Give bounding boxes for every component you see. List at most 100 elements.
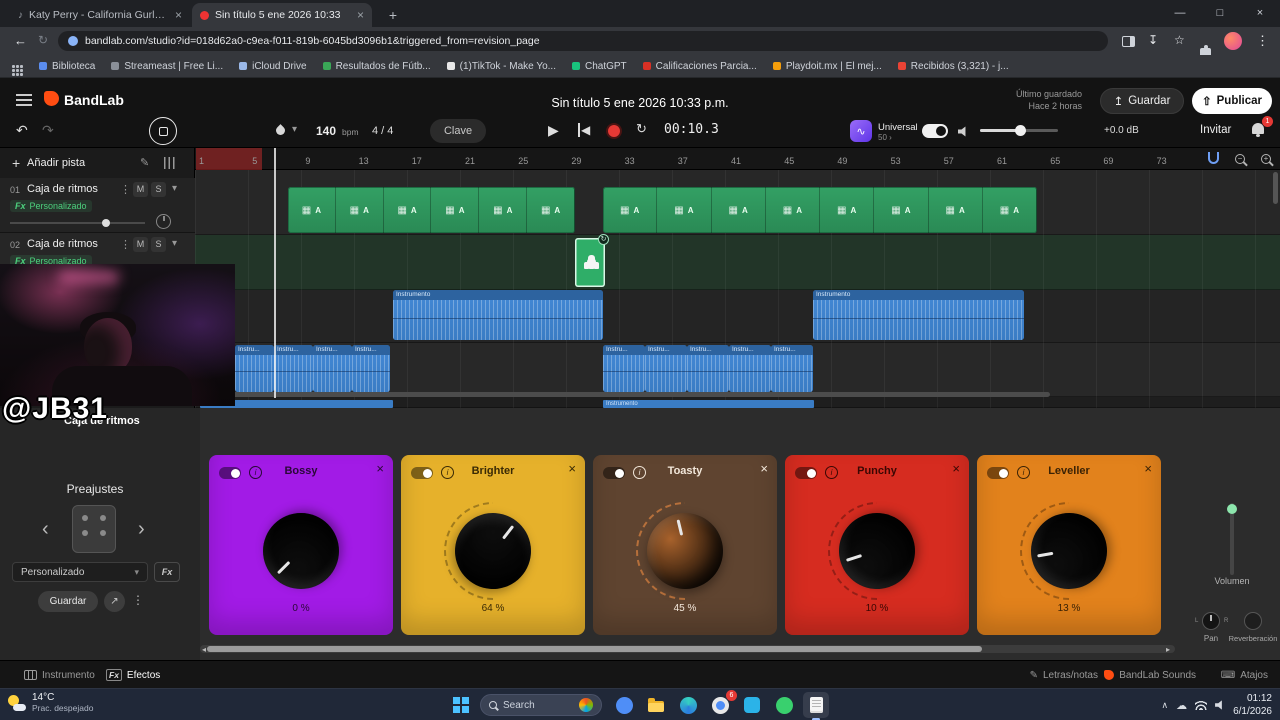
track-name[interactable]: Caja de ritmos [27, 238, 98, 250]
bookmark-item[interactable]: (1)TikTok - Make Yo... [446, 61, 556, 72]
edge-taskbar-button[interactable] [675, 692, 701, 718]
instrument-clip[interactable]: Instru... [274, 345, 313, 392]
bookmark-item[interactable]: iCloud Drive [239, 61, 307, 72]
loop-button[interactable]: ↻ [636, 121, 647, 137]
bookmark-item[interactable]: ChatGPT [571, 61, 627, 72]
pattern-segment[interactable]: ▦ A [336, 187, 384, 233]
vertical-scrollbar[interactable] [1273, 172, 1278, 204]
track-lane-3[interactable] [195, 290, 1280, 343]
notepad-taskbar-button[interactable] [803, 692, 829, 720]
preset-thumbnail[interactable] [72, 505, 116, 553]
save-button[interactable]: ↥ Guardar [1100, 88, 1184, 114]
reverb-knob[interactable] [1244, 612, 1262, 630]
clock[interactable]: 01:12 6/1/2026 [1233, 692, 1272, 718]
drum-pattern-clip[interactable]: ▦ A ▦ A ▦ A ▦ A ▦ A ▦ A ▦ A ▦ A [603, 187, 1037, 233]
preset-select[interactable]: Personalizado ▾ [12, 562, 148, 582]
master-preset-name[interactable]: Universal [878, 122, 918, 133]
scroll-left-icon[interactable]: ◂ [202, 645, 206, 654]
stop-button[interactable] [149, 117, 177, 145]
drum-pattern-clip[interactable]: ▦ A ▦ A ▦ A ▦ A ▦ A ▦ A [288, 187, 575, 233]
maximize-button[interactable]: □ [1200, 0, 1240, 27]
pattern-segment[interactable]: ▦ A [479, 187, 528, 233]
start-button[interactable] [448, 692, 474, 718]
metronome-chevron-icon[interactable]: ▾ [292, 124, 297, 135]
record-button[interactable] [608, 125, 620, 137]
track-fx-chip[interactable]: Fx Personalizado [10, 200, 92, 212]
track-header-1[interactable]: 01 Caja de ritmos ⋮ M S ▾ Fx Personalizad… [0, 178, 195, 233]
track-menu-icon[interactable]: ⋮ [120, 183, 131, 196]
bookmark-item[interactable]: Playdoit.mx | El mej... [772, 61, 882, 72]
reload-button[interactable]: ↻ [38, 33, 48, 47]
pattern-segment[interactable]: ▦ A [983, 187, 1037, 233]
bookmark-item[interactable]: Recibidos (3,321) - j... [897, 61, 1009, 72]
bookmark-item[interactable]: Resultados de Fútb... [322, 61, 431, 72]
pattern-segment[interactable]: ▦ A [431, 187, 480, 233]
close-icon[interactable]: × [952, 461, 960, 476]
bookmark-star-icon[interactable]: ☆ [1174, 33, 1185, 47]
instrument-clip[interactable]: Instrumento [393, 290, 603, 340]
bookmark-item[interactable]: Calificaciones Parcia... [642, 61, 757, 72]
install-icon[interactable]: ↧ [1148, 33, 1158, 47]
zoom-out-icon[interactable]: − [1235, 154, 1245, 164]
play-button[interactable]: ▶ [548, 122, 559, 139]
back-button[interactable]: ← [14, 33, 27, 48]
preset-save-button[interactable]: Guardar [38, 591, 98, 612]
preset-next-icon[interactable]: › [138, 518, 145, 541]
tab-close-icon[interactable]: × [357, 8, 364, 22]
bpm-value[interactable]: 140 [316, 124, 336, 138]
redo-icon[interactable]: ↷ [42, 122, 54, 139]
instrument-clip[interactable]: Instru... [313, 345, 352, 392]
instrument-clip[interactable]: Instru... [687, 345, 729, 392]
key-button[interactable]: Clave [430, 119, 486, 143]
site-info-icon[interactable] [68, 36, 78, 46]
master-channel-icon[interactable]: ∿ [850, 120, 872, 142]
apps-grid-icon[interactable] [12, 64, 15, 68]
instrument-clip[interactable]: Instru... [645, 345, 687, 392]
whatsapp-taskbar-button[interactable] [771, 692, 797, 718]
solo-button[interactable]: S [151, 237, 166, 252]
effects-scrollbar-thumb[interactable] [207, 646, 982, 652]
volume-icon[interactable] [1215, 700, 1222, 710]
wifi-icon[interactable] [1195, 700, 1208, 710]
pattern-segment[interactable]: ▦ A [820, 187, 875, 233]
copilot-taskbar-button[interactable] [611, 692, 637, 718]
minimize-button[interactable]: — [1160, 0, 1200, 27]
arrangement-canvas[interactable]: ▦ A ▦ A ▦ A ▦ A ▦ A ▦ A ▦ A ▦ A ▦ A ▦ A ▦ A ▦ A ▦ A ▦ A ↻ Instrumento… [195, 170, 1280, 408]
browser-menu-icon[interactable]: ⋮ [1256, 33, 1269, 49]
pattern-segment[interactable]: ▦ A [712, 187, 766, 233]
invite-button[interactable]: Invitar [1200, 124, 1231, 136]
hidden-icons-chevron[interactable]: ∧ [1161, 700, 1168, 711]
search-box[interactable]: Search [480, 694, 602, 716]
file-explorer-taskbar-button[interactable] [643, 692, 669, 718]
pattern-segment[interactable]: ▦ A [874, 187, 929, 233]
slider-handle[interactable] [1015, 125, 1026, 136]
instrument-clip[interactable]: Instrumento [813, 290, 1024, 340]
pattern-segment[interactable]: ▦ A [527, 187, 575, 233]
effect-knob[interactable] [247, 497, 355, 605]
pattern-segment[interactable]: ▦ A [929, 187, 983, 233]
onedrive-cloud-icon[interactable]: ☁ [1176, 699, 1187, 712]
slider-handle[interactable] [102, 219, 110, 227]
tab-close-icon[interactable]: × [175, 8, 182, 22]
mixer-icon[interactable] [164, 157, 176, 169]
track-pan-knob[interactable] [156, 214, 171, 229]
close-icon[interactable]: × [1144, 461, 1152, 476]
bookmark-item[interactable]: Streameast | Free Li... [111, 61, 223, 72]
track-volume-slider[interactable] [10, 219, 145, 227]
instrument-clip[interactable]: Instru... [729, 345, 771, 392]
horizontal-scrollbar[interactable] [200, 392, 1050, 397]
solo-button[interactable]: S [151, 182, 166, 197]
new-tab-button[interactable]: + [382, 4, 404, 26]
instrument-clip-partial[interactable]: Instrumento [603, 400, 814, 408]
instrument-clip[interactable]: Instru... [235, 345, 274, 392]
close-icon[interactable]: × [376, 461, 384, 476]
mute-button[interactable]: M [133, 182, 148, 197]
preset-prev-icon[interactable]: ‹ [42, 518, 49, 541]
publish-button[interactable]: ⇧ Publicar [1192, 88, 1272, 114]
bookmark-item[interactable]: Biblioteca [39, 61, 95, 72]
snap-magnet-icon[interactable] [1208, 152, 1219, 164]
profile-avatar[interactable] [1224, 32, 1242, 50]
preset-menu-icon[interactable]: ⋮ [132, 593, 144, 607]
tab-instrument[interactable]: Instrumento [24, 661, 95, 689]
volume-slider-handle[interactable] [1227, 504, 1237, 514]
